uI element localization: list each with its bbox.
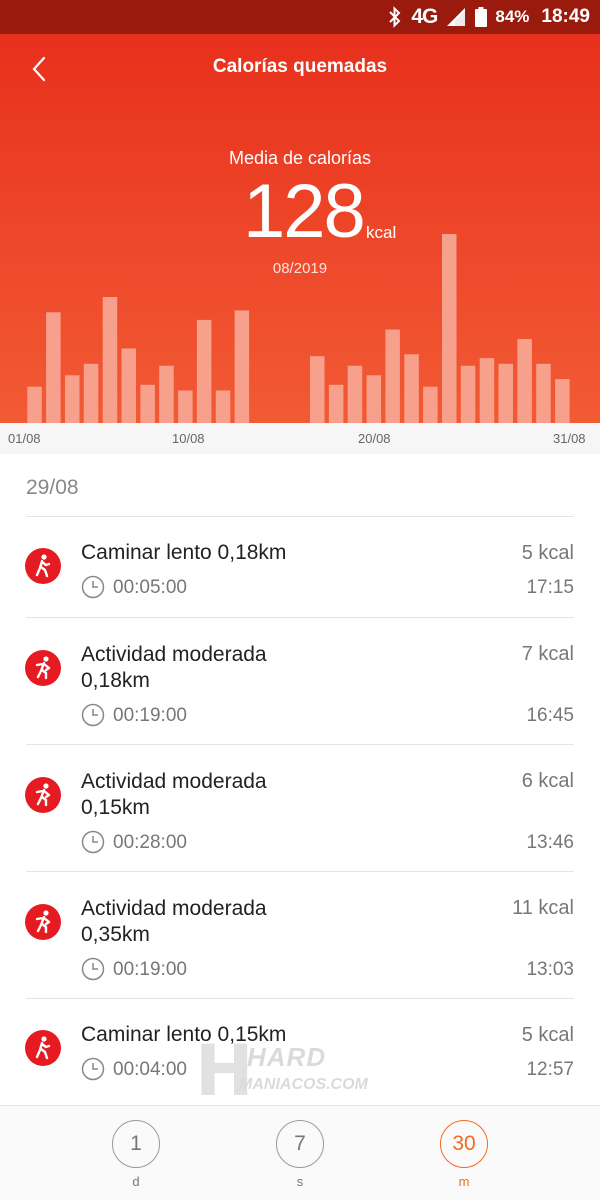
x-tick-label: 31/08 [553,431,586,446]
activity-distance: 0,15km [81,796,150,819]
activity-row[interactable]: Actividad moderada 0,15km 6 kcal 00:28:0… [0,745,600,872]
activity-kcal: 5 kcal [521,1024,574,1046]
chart-bar-16/08[interactable] [310,356,325,423]
period-month-value: 30 [440,1120,488,1168]
calories-summary-panel: Calorías quemadas Media de calorías 128 … [0,34,600,423]
status-icons: 4G 84% 18:49 [387,0,590,34]
chart-bar-08/08[interactable] [159,365,174,423]
activity-kcal: 6 kcal [521,770,574,792]
activity-time: 17:15 [526,577,574,598]
activity-duration: 00:19:00 [113,959,187,980]
activity-row[interactable]: Caminar lento 0,18km 5 kcal 00:05:00 17:… [0,517,600,618]
chart-bar-03/08[interactable] [65,375,80,423]
period-week-value: 7 [276,1120,324,1168]
activity-name: Caminar lento 0,15km [81,1023,287,1046]
x-tick-label: 20/08 [358,431,391,446]
clock-time: 18:49 [541,6,590,27]
period-day-value: 1 [112,1120,160,1168]
clock-icon [81,703,105,727]
clock-icon [81,957,105,981]
chart-bar-04/08[interactable] [83,363,99,423]
chart-bar-25/08[interactable] [479,358,495,423]
activity-list[interactable]: 29/08 Caminar lento 0,18km 5 kcal 00:05:… [0,454,600,1105]
chart-bar-11/08[interactable] [215,390,231,424]
signal-icon [447,8,466,26]
activity-name: Actividad moderada [81,897,267,920]
battery-icon [475,7,488,27]
calories-bar-chart[interactable] [0,34,600,423]
chart-bar-18/08[interactable] [347,365,363,423]
activity-kcal: 5 kcal [521,542,574,564]
period-day-label: d [132,1174,140,1189]
chart-bar-20/08[interactable] [385,329,400,424]
chart-bar-24/08[interactable] [460,365,476,423]
chart-bar-29/08[interactable] [555,379,570,423]
day-header: 29/08 [26,476,79,499]
activity-duration: 00:19:00 [113,705,187,726]
chart-bar-22/08[interactable] [423,386,438,423]
x-tick-label: 10/08 [172,431,205,446]
chart-bar-05/08[interactable] [102,297,118,423]
moderate-activity-icon [25,904,61,940]
chart-bar-01/08[interactable] [27,386,42,423]
chart-bar-23/08[interactable] [442,234,457,423]
battery-percent: 84% [495,7,530,26]
activity-name: Caminar lento 0,18km [81,541,287,564]
activity-time: 13:03 [526,959,574,980]
walking-icon [25,548,61,584]
chart-bar-09/08[interactable] [178,390,193,424]
chart-bar-10/08[interactable] [196,319,212,423]
chart-bar-07/08[interactable] [140,384,155,423]
network-type: 4G [411,5,438,28]
chart-bar-28/08[interactable] [536,363,551,423]
activity-time: 13:46 [526,832,574,853]
clock-icon [81,1057,105,1081]
chart-bar-06/08[interactable] [121,348,137,424]
activity-row[interactable]: Actividad moderada 0,18km 7 kcal 00:19:0… [0,618,600,745]
activity-row[interactable]: Caminar lento 0,15km 5 kcal 00:04:00 12:… [0,999,600,1105]
activity-name: Actividad moderada [81,643,267,666]
period-selector: 1 d 7 s 30 m [0,1105,600,1200]
activity-duration: 00:05:00 [113,577,187,598]
chart-bar-19/08[interactable] [366,375,382,423]
activity-distance: 0,35km [81,923,150,946]
chart-bar-12/08[interactable] [234,310,250,423]
activity-row[interactable]: Actividad moderada 0,35km 11 kcal 00:19:… [0,872,600,999]
clock-icon [81,830,105,854]
chart-bar-26/08[interactable] [498,363,514,423]
activity-kcal: 11 kcal [512,897,574,919]
period-month-button[interactable]: 30 m [440,1120,490,1194]
chart-x-axis: 01/08 10/08 20/08 31/08 [0,423,600,454]
activity-time: 12:57 [526,1059,574,1080]
moderate-activity-icon [25,650,61,686]
activity-distance: 0,18km [81,669,150,692]
chart-bar-27/08[interactable] [517,339,532,423]
chart-bar-17/08[interactable] [328,384,344,423]
walking-icon [25,1030,61,1066]
bluetooth-icon [389,6,401,28]
status-bar: 4G 84% 18:49 [0,0,600,34]
clock-icon [81,575,105,599]
activity-kcal: 7 kcal [521,643,574,665]
activity-name: Actividad moderada [81,770,267,793]
period-day-button[interactable]: 1 d [112,1120,162,1194]
chart-bar-02/08[interactable] [46,312,61,423]
activity-time: 16:45 [526,705,574,726]
activity-duration: 00:04:00 [113,1059,187,1080]
period-week-button[interactable]: 7 s [276,1120,326,1194]
x-tick-label: 01/08 [8,431,41,446]
moderate-activity-icon [25,777,61,813]
chart-bar-21/08[interactable] [404,354,419,423]
activity-duration: 00:28:00 [113,832,187,853]
period-week-label: s [296,1174,304,1189]
period-month-label: m [458,1174,470,1189]
